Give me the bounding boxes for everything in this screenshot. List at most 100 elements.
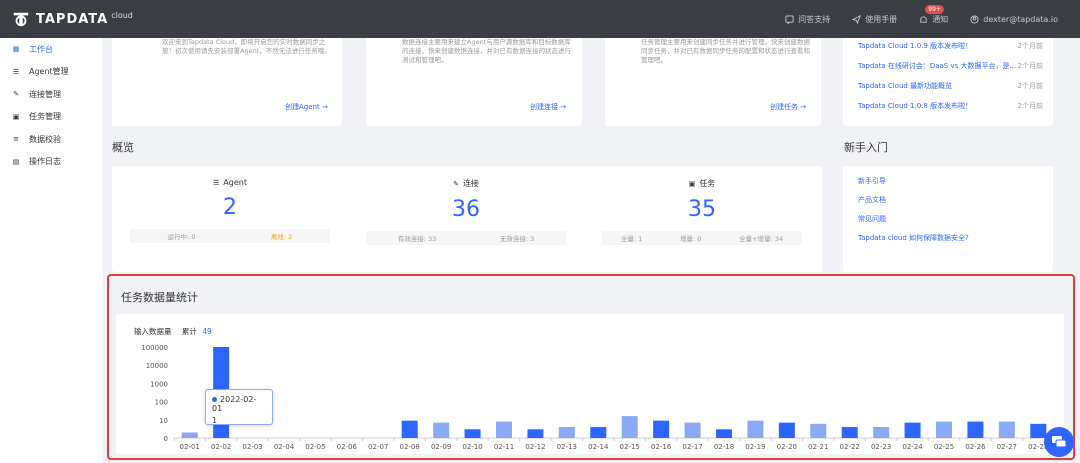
- x-tick-label: 02-20: [777, 443, 797, 451]
- x-tick-label: 02-04: [274, 443, 295, 451]
- chart-bar[interactable]: [684, 422, 701, 438]
- agent-stat-label: Agent: [223, 178, 247, 187]
- chart-bar[interactable]: [181, 432, 198, 438]
- bar-chart[interactable]: 10000010000100010010002-01 02-02 02-03 02-0…: [116, 314, 1064, 454]
- list-icon: ☰: [213, 178, 220, 187]
- x-tick-label: 02-15: [620, 443, 640, 451]
- chart-card: 输入数据量 累计 49 100000 10000 1000 100 10 0 02-01 02…: [116, 314, 1064, 454]
- chart-bar[interactable]: [558, 427, 575, 438]
- notification-link[interactable]: 99+ 通知: [919, 4, 948, 25]
- x-tick-label: 02-05: [305, 443, 325, 451]
- chart-bar[interactable]: [433, 422, 450, 438]
- chart-bar[interactable]: [778, 422, 795, 438]
- link-icon: ✎: [453, 179, 459, 188]
- news-item[interactable]: Tapdata 在线研讨会：DaaS vs 大数据平台，是... 2个月前: [858, 56, 1043, 76]
- chart-bar[interactable]: [496, 421, 512, 438]
- x-tick-label: 02-03: [242, 443, 262, 451]
- chart-bar[interactable]: [527, 429, 544, 438]
- manual-label: 使用手册: [865, 14, 898, 24]
- x-tick-label: 02-18: [714, 443, 734, 451]
- agent-stat-detail: 运行中: 0 离线: 2: [130, 229, 330, 243]
- bell-icon: [920, 15, 927, 23]
- chart-bar[interactable]: [810, 423, 827, 438]
- news-time: 2个月前: [1017, 82, 1043, 90]
- main-content: 欢迎来到Tapdata Cloud，即将开启您的实时数据同步之旅！初次使用请先安…: [102, 38, 1080, 463]
- agent-stat[interactable]: ☰ Agent 2 运行中: 0 离线: 2: [112, 166, 348, 272]
- x-tick-label: 02-01: [180, 443, 200, 451]
- x-tick-label: 02-17: [682, 443, 702, 451]
- user-icon: [970, 14, 979, 24]
- tooltip-value: 1: [212, 416, 218, 425]
- task-count: 35: [688, 197, 716, 222]
- chart-bar[interactable]: [841, 427, 858, 438]
- logo[interactable]: TAPDATA cloud: [12, 10, 133, 28]
- sidebar-item-agent[interactable]: ☰ Agent管理: [0, 61, 102, 84]
- x-tick-label: 02-10: [462, 443, 482, 451]
- sidebar: ▦ 工作台 ☰ Agent管理 ✎ 连接管理 ▣ 任务管理 ≡ 数据校验 ▤ 操…: [0, 38, 102, 463]
- sidebar-item-label: 数据校验: [29, 134, 61, 144]
- x-tick-label: 02-14: [588, 443, 609, 451]
- connection-stat[interactable]: ✎ 连接 36 有效连接: 33 无效连接: 3: [348, 166, 584, 272]
- log-icon: ▤: [12, 157, 20, 166]
- manual-link[interactable]: 使用手册: [852, 14, 897, 25]
- create-task-link[interactable]: 创建任务 →: [770, 102, 806, 112]
- x-tick-label: 02-11: [494, 443, 514, 451]
- task-stat[interactable]: ▣ 任务 35 全量: 1 增量: 0 全量+增量: 34: [584, 166, 820, 272]
- agent-count: 2: [223, 195, 237, 220]
- guide-link[interactable]: 新手引导: [858, 172, 1038, 191]
- chart-bar[interactable]: [873, 427, 890, 438]
- create-agent-link[interactable]: 创建Agent →: [285, 102, 328, 112]
- x-tick-label: 02-26: [965, 443, 986, 451]
- chart-tooltip: 2022-02-01 1: [205, 389, 273, 425]
- x-tick-label: 02-08: [400, 443, 420, 451]
- chart-bar[interactable]: [747, 420, 764, 438]
- x-tick-label: 02-13: [557, 443, 577, 451]
- news-time: 2个月前: [1017, 42, 1043, 50]
- chart-bar[interactable]: [967, 421, 984, 438]
- support-link[interactable]: 问答支持: [785, 14, 830, 25]
- notification-badge: 99+: [925, 4, 944, 14]
- chart-bar[interactable]: [653, 420, 670, 438]
- news-item[interactable]: Tapdata Cloud 1.0.8 版本发布啦！ 2个月前: [858, 96, 1043, 116]
- sidebar-item-workbench[interactable]: ▦ 工作台: [0, 38, 102, 61]
- x-tick-label: 02-12: [525, 443, 545, 451]
- sidebar-item-validation[interactable]: ≡ 数据校验: [0, 128, 102, 151]
- check-list-icon: ≡: [13, 135, 19, 144]
- y-tick-label: 10: [159, 417, 168, 425]
- sidebar-item-label: 任务管理: [29, 112, 61, 122]
- grid-icon: ▦: [12, 45, 20, 54]
- chart-bar[interactable]: [464, 429, 481, 438]
- user-menu[interactable]: dexter@tapdata.io: [970, 15, 1058, 24]
- chart-bar[interactable]: [904, 422, 921, 438]
- chart-bar[interactable]: [936, 421, 952, 438]
- chart-bar[interactable]: [1030, 423, 1047, 438]
- overview-title: 概览: [112, 141, 134, 154]
- agent-offline: 离线: 2: [270, 233, 293, 241]
- news-time: 2个月前: [1017, 62, 1043, 70]
- chart-bar[interactable]: [621, 416, 638, 438]
- chart-bar[interactable]: [401, 420, 418, 438]
- sidebar-item-logs[interactable]: ▤ 操作日志: [0, 151, 102, 174]
- task-full: 全量: 1: [620, 235, 643, 243]
- tooltip-date: 2022-02-01: [212, 395, 257, 413]
- task-stat-detail: 全量: 1 增量: 0 全量+增量: 34: [602, 231, 802, 245]
- task-intro-desc: 任务管理主要用来创建同步任务并进行管理，快来创建数据同步任务，并对已有数据同步任…: [641, 38, 810, 64]
- chat-support-button[interactable]: [1044, 427, 1074, 457]
- x-tick-label: 02-22: [840, 443, 860, 451]
- chart-bar[interactable]: [716, 429, 732, 438]
- guide-link[interactable]: Tapdata cloud 如何保障数据安全?: [858, 229, 1038, 248]
- list-icon: ☰: [12, 67, 20, 76]
- support-label: 问答支持: [798, 14, 831, 24]
- chart-bar[interactable]: [998, 421, 1015, 438]
- guide-link[interactable]: 常见问题: [858, 210, 1038, 229]
- x-tick-label: 02-06: [337, 443, 358, 451]
- news-item[interactable]: Tapdata Cloud 最新功能概览 2个月前: [858, 76, 1043, 96]
- create-connection-link[interactable]: 创建连接 →: [530, 102, 566, 112]
- sidebar-item-tasks[interactable]: ▣ 任务管理: [0, 106, 102, 129]
- news-item[interactable]: Tapdata Cloud 1.0.9 版本发布啦！ 2个月前: [858, 38, 1043, 56]
- chart-bar[interactable]: [590, 427, 607, 438]
- guide-link[interactable]: 产品文档: [858, 191, 1038, 210]
- connection-count: 36: [452, 197, 480, 222]
- user-email: dexter@tapdata.io: [983, 14, 1058, 24]
- sidebar-item-connections[interactable]: ✎ 连接管理: [0, 83, 102, 106]
